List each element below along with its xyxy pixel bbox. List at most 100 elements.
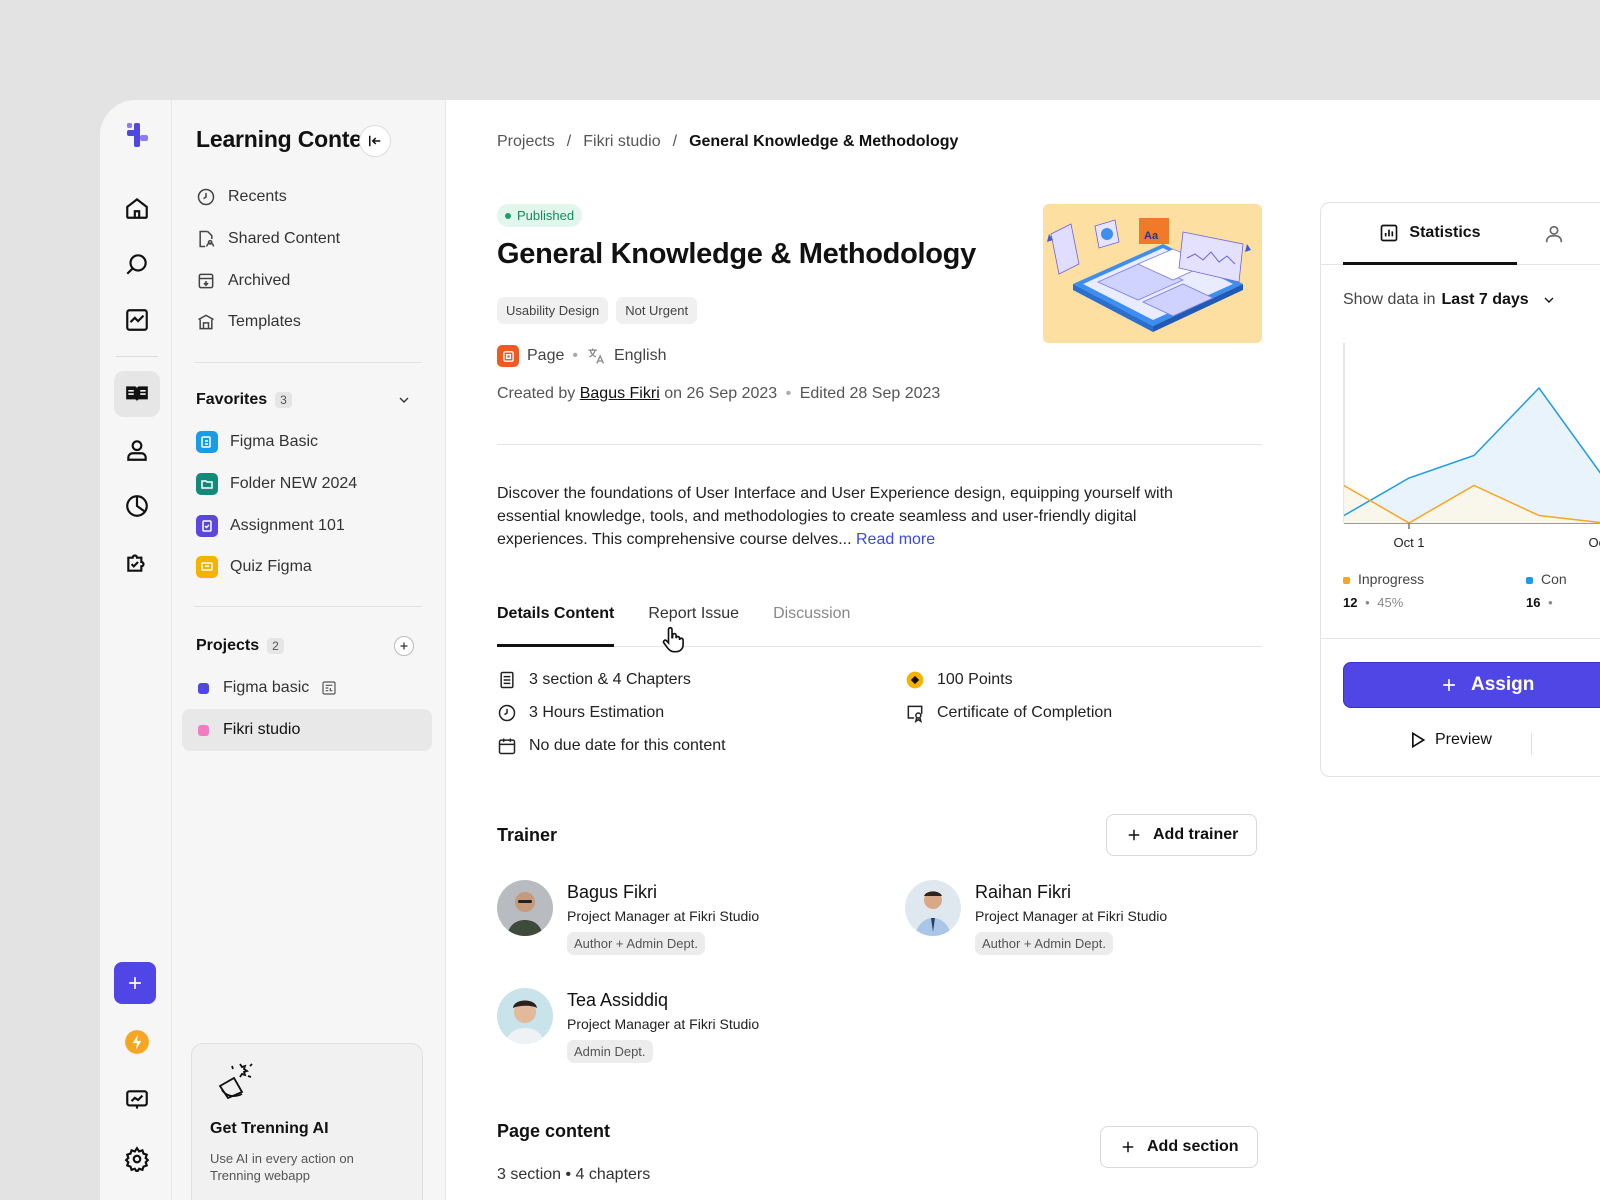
legend-dot-separator: • <box>1365 595 1370 610</box>
rail-divider <box>116 356 158 357</box>
legend-dot-separator: • <box>1548 595 1553 610</box>
tasks-button[interactable] <box>114 539 160 585</box>
legend-swatch <box>1526 576 1533 584</box>
presentation-button[interactable] <box>114 1077 160 1123</box>
avatar <box>497 880 553 936</box>
legend-completed: Con 16 • <box>1526 571 1567 610</box>
user-icon <box>127 440 147 461</box>
certificate-icon <box>907 705 923 723</box>
add-section-button[interactable]: Add section <box>1100 1126 1258 1168</box>
app-logo[interactable] <box>114 112 160 158</box>
button-label: Preview <box>1435 731 1492 748</box>
favorite-item-quiz[interactable]: Quiz Figma <box>196 552 312 582</box>
sidebar-item-shared[interactable]: Shared Content <box>196 224 340 254</box>
preview-button[interactable]: Preview <box>1407 730 1492 750</box>
icon-rail <box>100 100 172 1200</box>
detail-label: No due date for this content <box>529 737 726 754</box>
favorite-item-folder[interactable]: Folder NEW 2024 <box>196 469 357 499</box>
magic-hat-icon <box>218 1063 253 1100</box>
templates-icon <box>198 314 214 330</box>
activity-chart-icon <box>126 309 148 331</box>
detail-sections: 3 section & 4 Chapters <box>497 670 691 690</box>
sidebar-item-recents[interactable]: Recents <box>196 182 287 212</box>
presentation-icon <box>126 1090 148 1109</box>
clock-icon <box>197 188 215 206</box>
sidebar-divider <box>194 606 422 607</box>
read-more-link[interactable]: Read more <box>856 531 935 548</box>
tab-discussion[interactable]: Discussion <box>773 603 850 647</box>
favorite-label: Quiz Figma <box>230 558 312 575</box>
trainer-card[interactable]: Bagus Fikri Project Manager at Fikri Stu… <box>497 880 759 955</box>
shared-document-icon <box>199 230 215 248</box>
date-range-select[interactable]: Show data in Last 7 days <box>1343 291 1557 309</box>
ai-card-description: Use AI in every action on Trenning webap… <box>210 1151 354 1183</box>
legend-swatch <box>1343 576 1350 584</box>
breadcrumb-projects[interactable]: Projects <box>497 133 555 151</box>
chevron-down-icon[interactable] <box>396 392 412 408</box>
add-project-button[interactable] <box>394 636 414 656</box>
assign-button[interactable]: Assign <box>1343 662 1600 708</box>
create-button[interactable] <box>114 962 156 1004</box>
learning-content-button[interactable] <box>114 371 160 417</box>
favorites-header[interactable]: Favorites 3 <box>196 388 292 412</box>
tab-statistics[interactable]: Statistics <box>1343 203 1517 265</box>
trainer-card[interactable]: Raihan Fikri Project Manager at Fikri St… <box>905 880 1167 955</box>
legend-value: 16 <box>1526 595 1541 610</box>
ai-promo-card[interactable]: Get Trenning AI Use AI in every action o… <box>191 1043 423 1200</box>
project-item-fikri-studio[interactable]: Fikri studio <box>196 715 300 745</box>
sidebar-item-label: Templates <box>228 313 301 330</box>
collapse-sidebar-button[interactable] <box>359 125 391 157</box>
trainer-card[interactable]: Tea Assiddiq Project Manager at Fikri St… <box>497 988 759 1063</box>
search-button[interactable] <box>114 241 160 287</box>
trainer-section-title: Trainer <box>497 825 558 845</box>
breadcrumb-separator: / <box>566 133 572 150</box>
hand-cursor-icon <box>662 627 684 653</box>
users-button[interactable] <box>114 427 160 473</box>
favorites-count: 3 <box>275 392 292 408</box>
reports-button[interactable] <box>114 483 160 529</box>
detail-due-date: No due date for this content <box>497 736 726 756</box>
page-content-summary: 3 section • 4 chapters <box>497 1166 651 1183</box>
content-type-row: Page • English <box>497 345 666 367</box>
breadcrumb-fikri-studio[interactable]: Fikri studio <box>583 133 660 151</box>
trainer-role: Project Manager at Fikri Studio <box>975 908 1168 924</box>
home-button[interactable] <box>114 185 160 231</box>
favorite-item-assignment[interactable]: Assignment 101 <box>196 511 345 541</box>
tab-details-content[interactable]: Details Content <box>497 603 615 647</box>
detail-label: Certificate of Completion <box>937 704 1113 721</box>
favorite-item-figma-basic[interactable]: Figma Basic <box>196 427 318 457</box>
author-link[interactable]: Bagus Fikri <box>580 385 660 402</box>
add-trainer-button[interactable]: Add trainer <box>1106 814 1258 856</box>
plus-icon <box>1128 829 1140 841</box>
user-icon[interactable] <box>1543 223 1565 245</box>
analytics-button[interactable] <box>114 297 160 343</box>
sidebar-item-templates[interactable]: Templates <box>196 307 301 337</box>
projects-header[interactable]: Projects 2 <box>196 634 284 658</box>
project-label: Figma basic <box>223 679 310 696</box>
upgrade-button[interactable] <box>114 1019 160 1065</box>
detail-label: 3 section & 4 Chapters <box>529 671 691 688</box>
project-label: Fikri studio <box>223 721 301 738</box>
play-icon <box>1412 731 1426 749</box>
statistics-panel: Statistics Show data in Last 7 days Oct … <box>1320 202 1600 777</box>
project-item-figma-basic[interactable]: Figma basic <box>196 673 337 703</box>
x-tick-label: Oct 4 <box>1588 535 1600 550</box>
settings-button[interactable] <box>114 1136 160 1182</box>
lightning-icon <box>125 1030 149 1054</box>
translate-icon <box>588 348 605 364</box>
sidebar-item-label: Archived <box>228 272 291 289</box>
detail-label: 100 Points <box>937 671 1013 688</box>
sidebar-item-label: Shared Content <box>228 230 341 247</box>
tab-label: Statistics <box>1409 223 1481 241</box>
clipboard-icon <box>196 515 218 537</box>
breadcrumb-current: General Knowledge & Methodology <box>689 133 959 150</box>
trainer-badge: Admin Dept. <box>567 1040 653 1063</box>
range-prefix: Show data in <box>1343 291 1436 308</box>
trainer-badge: Author + Admin Dept. <box>975 932 1113 955</box>
favorite-label: Assignment 101 <box>230 517 345 534</box>
sidebar-item-archived[interactable]: Archived <box>196 266 290 296</box>
meta-dot: • <box>785 385 792 402</box>
puzzle-check-icon <box>127 554 145 572</box>
detail-label: 3 Hours Estimation <box>529 704 665 721</box>
quiz-icon <box>196 556 218 578</box>
